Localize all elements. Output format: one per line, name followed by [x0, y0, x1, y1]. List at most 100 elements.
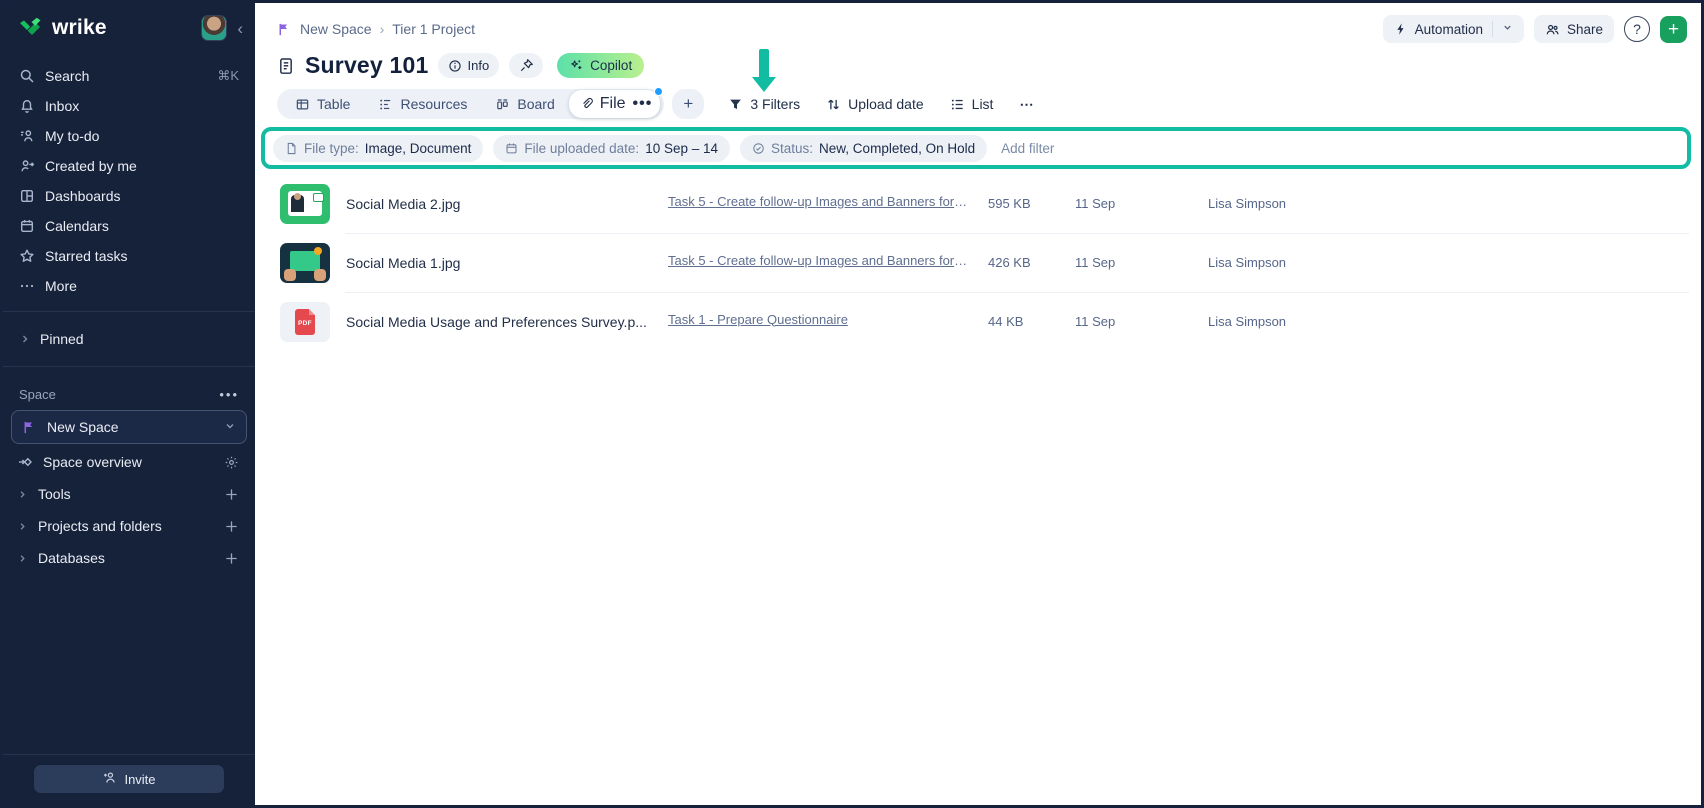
filter-funnel-icon [728, 97, 743, 112]
view-toolbar: 3 Filters Upload date List ⋯ [728, 96, 1035, 113]
todo-list-person-icon [19, 128, 35, 144]
sort-arrows-icon [826, 97, 841, 112]
sidebar-item-label: Created by me [45, 158, 239, 174]
file-date: 11 Sep [1075, 314, 1208, 329]
file-owner: Lisa Simpson [1208, 255, 1701, 270]
info-button[interactable]: Info [438, 53, 499, 78]
file-row[interactable]: PDF Social Media Usage and Preferences S… [255, 292, 1701, 351]
toolbar-more-icon[interactable]: ⋯ [1019, 96, 1035, 113]
filter-bar: File type: Image, Document File uploaded… [273, 134, 1679, 162]
view-label: List [972, 96, 994, 112]
sidebar-item-search[interactable]: Search ⌘K [11, 61, 247, 91]
sidebar-item-label: Starred tasks [45, 248, 239, 264]
sidebar-item-label: Calendars [45, 218, 239, 234]
add-filter-button[interactable]: Add filter [1001, 141, 1054, 156]
tab-file-selected[interactable]: File ••• [569, 90, 661, 118]
app-window: wrike ‹ Search ⌘K Inbox My to-do [0, 0, 1704, 808]
breadcrumb: New Space › Tier 1 Project [277, 21, 475, 37]
tab-board[interactable]: Board [481, 89, 568, 119]
sidebar-divider [3, 366, 255, 367]
invite-label: Invite [124, 772, 155, 787]
filter-bar-highlight: File type: Image, Document File uploaded… [261, 127, 1691, 169]
wrike-logo[interactable]: wrike [19, 16, 201, 40]
sidebar-item-starred-tasks[interactable]: Starred tasks [11, 241, 247, 271]
sidebar-item-space-overview[interactable]: Space overview [3, 446, 255, 478]
add-project-icon[interactable] [224, 519, 239, 534]
sidebar-item-label: Projects and folders [38, 518, 162, 534]
file-row[interactable]: Social Media 1.jpg Task 5 - Create follo… [255, 233, 1701, 292]
sidebar-item-dashboards[interactable]: Dashboards [11, 181, 247, 211]
share-people-icon [1545, 22, 1560, 37]
pushpin-icon [519, 58, 534, 73]
button-divider [1492, 21, 1493, 37]
sidebar-item-pinned[interactable]: Pinned [3, 322, 255, 356]
file-name[interactable]: Social Media 2.jpg [346, 196, 668, 212]
help-button[interactable]: ? [1624, 16, 1650, 42]
breadcrumb-current[interactable]: Tier 1 Project [392, 21, 475, 37]
tab-table[interactable]: Table [281, 89, 364, 119]
add-view-button[interactable]: + [672, 89, 704, 119]
invite-button[interactable]: Invite [34, 765, 224, 793]
sidebar-item-label: Dashboards [45, 188, 239, 204]
resources-icon [378, 97, 393, 112]
filter-chip-uploaded-date[interactable]: File uploaded date: 10 Sep – 14 [493, 135, 730, 162]
filter-value: 10 Sep – 14 [645, 141, 718, 156]
view-mode-button[interactable]: List [950, 96, 994, 112]
add-database-icon[interactable] [224, 551, 239, 566]
info-icon [448, 59, 462, 73]
file-thumbnail-image[interactable] [280, 243, 330, 283]
create-new-button[interactable]: + [1660, 16, 1687, 43]
sidebar-divider [3, 311, 255, 312]
file-thumbnail-pdf[interactable]: PDF [280, 302, 330, 342]
sidebar-item-databases[interactable]: Databases [3, 542, 255, 574]
task-link[interactable]: Task 5 - Create follow-up Images and Ban… [668, 194, 968, 209]
filter-chip-file-type[interactable]: File type: Image, Document [273, 135, 483, 162]
tab-label: Board [517, 96, 554, 112]
chevron-down-icon[interactable] [1502, 22, 1513, 36]
pin-button[interactable] [509, 53, 543, 78]
space-options-icon[interactable]: ••• [219, 387, 239, 402]
search-icon [19, 68, 35, 84]
file-thumbnail-image[interactable] [280, 184, 330, 224]
sidebar-item-more[interactable]: More [11, 271, 247, 301]
sidebar-item-created-by-me[interactable]: Created by me [11, 151, 247, 181]
filter-chip-status[interactable]: Status: New, Completed, On Hold [740, 135, 987, 162]
automation-button[interactable]: Automation [1383, 15, 1524, 43]
space-settings-gear-icon[interactable] [224, 455, 239, 470]
sort-button[interactable]: Upload date [826, 96, 924, 112]
sidebar-item-calendars[interactable]: Calendars [11, 211, 247, 241]
sidebar-item-my-todo[interactable]: My to-do [11, 121, 247, 151]
sidebar-item-label: Search [45, 68, 207, 84]
task-link[interactable]: Task 5 - Create follow-up Images and Ban… [668, 253, 968, 268]
header: Survey 101 Info Copilot [255, 43, 1701, 79]
question-mark-icon: ? [1633, 21, 1641, 37]
tab-options-icon[interactable]: ••• [632, 95, 653, 113]
breadcrumb-root[interactable]: New Space [300, 21, 372, 37]
sidebar-collapse-icon[interactable]: ‹ [237, 20, 243, 37]
file-name[interactable]: Social Media Usage and Preferences Surve… [346, 314, 668, 330]
sidebar-item-inbox[interactable]: Inbox [11, 91, 247, 121]
tab-label: Resources [400, 96, 467, 112]
view-tabs: Table Resources Board File [277, 89, 664, 119]
sidebar-item-projects-and-folders[interactable]: Projects and folders [3, 510, 255, 542]
copilot-button[interactable]: Copilot [557, 53, 644, 78]
filter-value: New, Completed, On Hold [819, 141, 975, 156]
file-name[interactable]: Social Media 1.jpg [346, 255, 668, 271]
share-button[interactable]: Share [1534, 15, 1614, 43]
space-selector[interactable]: New Space [11, 410, 247, 444]
sidebar-item-tools[interactable]: Tools [3, 478, 255, 510]
add-tool-icon[interactable] [224, 487, 239, 502]
filter-label: File type: [304, 141, 359, 156]
user-avatar[interactable] [201, 15, 227, 41]
tab-label: Table [317, 96, 350, 112]
file-outline-icon [285, 142, 298, 155]
calendar-icon [19, 218, 35, 234]
file-row[interactable]: Social Media 2.jpg Task 5 - Create follo… [255, 174, 1701, 233]
task-link[interactable]: Task 1 - Prepare Questionnaire [668, 312, 848, 327]
share-label: Share [1567, 22, 1603, 37]
filters-button[interactable]: 3 Filters [728, 96, 800, 112]
plus-icon: + [683, 94, 693, 114]
copilot-label: Copilot [590, 58, 632, 73]
tab-resources[interactable]: Resources [364, 89, 481, 119]
board-icon [495, 97, 510, 112]
